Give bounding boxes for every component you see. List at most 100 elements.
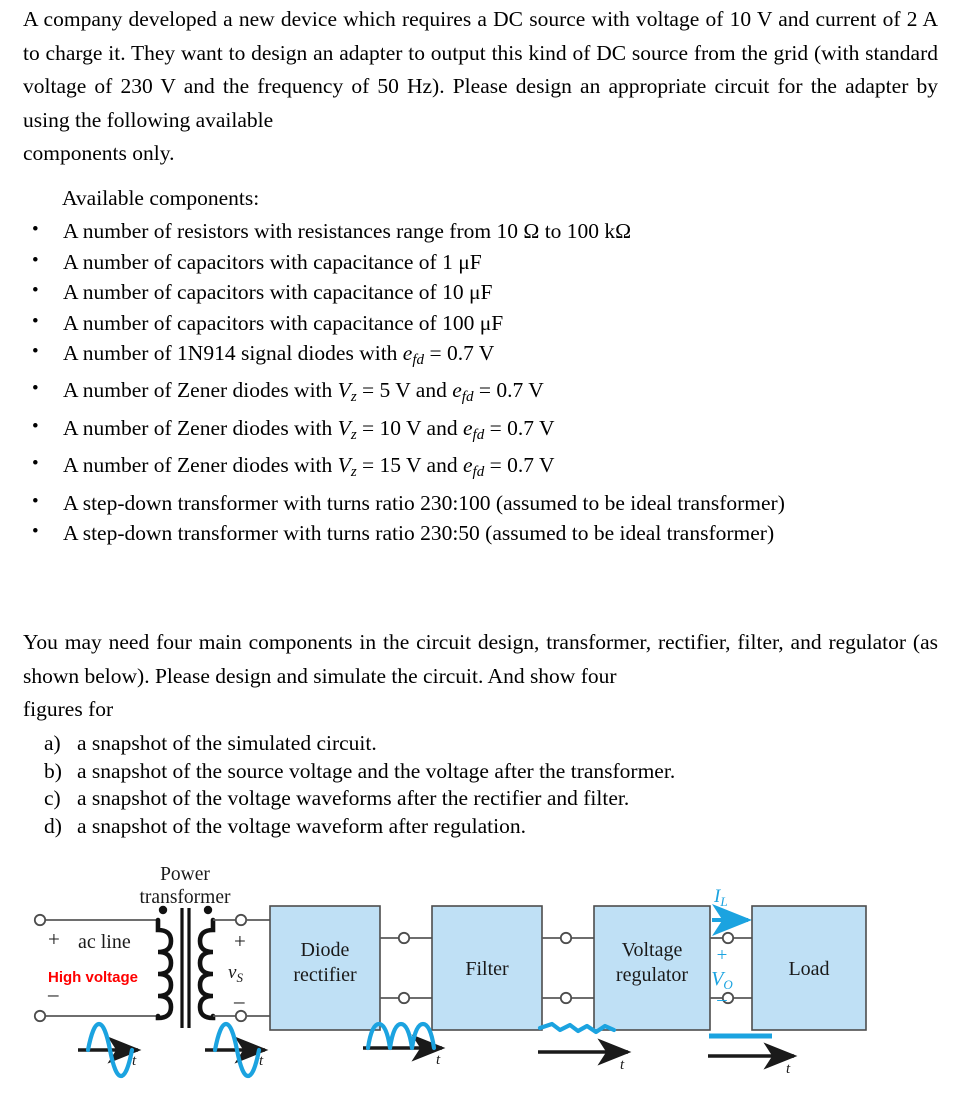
waveform-axis-label-1: t [132,1053,137,1069]
list-item: b) a snapshot of the source voltage and t… [44,758,904,786]
second-paragraph-last-line: figures for [23,697,114,721]
secondary-minus-sign: – [233,989,245,1013]
secondary-plus-sign: + [234,929,246,953]
list-item: A step-down transformer with turns ratio… [27,517,942,549]
waveform-axis-label-4: t [620,1057,625,1073]
component-text-mid: = 5 V and [356,378,453,403]
sub-question-marker: b) [44,758,62,783]
secondary-polarity-dot [203,905,213,915]
transformer-title-line2: transformer [140,887,231,908]
waveform-regulated-dc: t [708,1033,798,1077]
sub-question-marker: c) [44,786,61,810]
block-voltage-regulator-label-line2: regulator [616,964,689,986]
il-symbol: IL [713,886,728,909]
component-text: A step-down transformer with turns ratio… [63,521,775,546]
list-item: c) a snapshot of the voltage waveforms af… [44,785,904,813]
symbol-efd: e [462,415,473,440]
high-voltage-label: High voltage [48,969,138,986]
waveform-ac-line-sine: t [78,1021,142,1079]
sub-question-text: a snapshot of the source voltage and the… [77,758,676,783]
transformer-primary-coil [155,917,174,1021]
component-text: A number of capacitors with capacitance … [63,310,504,335]
filter-reg-bottom-terminal [559,991,573,1005]
list-item: a) a snapshot of the simulated circuit. [44,730,904,758]
subscript-fd: fd [412,351,425,368]
component-text: A number of Zener diodes with [63,453,338,478]
list-item: A step-down transformer with turns ratio… [27,487,942,519]
primary-plus-sign: + [48,927,60,951]
vo-minus-sign: – [716,989,727,1010]
list-item: A number of 1N914 signal diodes with efd… [27,337,942,375]
rect-filter-bottom-terminal [397,991,411,1005]
component-text-mid: = 15 V and [356,453,463,478]
list-item: A number of Zener diodes with Vz = 15 V … [27,449,942,487]
subscript-fd: fd [461,389,474,406]
primary-top-terminal [33,913,47,927]
sub-question-text: a snapshot of the voltage waveform after… [77,813,526,838]
component-text: A number of capacitors with capacitance … [63,280,493,304]
component-text: A number of resistors with resistances r… [63,219,632,243]
second-paragraph: You may need four main components in the… [23,626,938,727]
filter-reg-top-terminal [559,931,573,945]
block-load-label-line1: Load [788,958,829,980]
symbol-vz: V [337,378,351,403]
rect-filter-top-terminal [397,931,411,945]
component-text: A number of Zener diodes with [63,415,338,440]
reg-load-top-terminal [721,931,735,945]
component-text-post: = 0.7 V [473,378,544,403]
second-paragraph-text: You may need four main components in the… [23,630,938,688]
sub-question-text: a snapshot of the simulated circuit. [77,731,377,755]
power-supply-block-diagram: Power transformer + – ac line High volta… [0,858,964,1108]
waveform-axis-label-3: t [436,1052,441,1068]
block-voltage-regulator-label-line1: Voltage [622,939,683,961]
vs-symbol: vS [228,962,243,985]
transformer-title-line1: Power [160,864,210,885]
component-text-post: = 0.7 V [484,415,555,440]
symbol-vz: V [337,415,351,440]
intro-paragraph-last-line: components only. [23,141,175,165]
component-text: A number of 1N914 signal diodes with [63,341,403,365]
list-item: A number of capacitors with capacitance … [27,307,942,339]
block-filter-label-line1: Filter [465,958,509,980]
symbol-efd: e [402,341,413,365]
symbol-efd: e [452,378,462,403]
list-item: A number of Zener diodes with Vz = 5 V a… [27,374,942,412]
primary-polarity-dot [158,905,168,915]
sub-question-marker: d) [44,813,62,838]
subscript-fd: fd [472,426,485,443]
list-item: A number of resistors with resistances r… [27,215,942,247]
secondary-top-terminal [234,913,248,927]
subscript-fd: fd [472,464,485,481]
waveform-axis-label-5: t [786,1061,791,1077]
list-item: A number of capacitors with capacitance … [27,246,942,278]
ac-line-label: ac line [78,931,131,953]
document-page: A company developed a new device which r… [0,0,964,1108]
list-item: A number of capacitors with capacitance … [27,276,942,308]
available-components-list: A number of resistors with resistances r… [27,215,942,549]
intro-paragraph-text: A company developed a new device which r… [23,7,938,132]
sub-question-marker: a) [44,731,61,755]
transformer-secondary-coil [197,917,216,1021]
sub-question-text: a snapshot of the voltage waveforms afte… [77,786,630,810]
component-text: A number of Zener diodes with [63,378,338,403]
available-components-heading: Available components: [62,186,260,210]
symbol-vz: V [337,453,351,478]
waveform-transformer-sine: t [205,1021,269,1079]
component-text-mid: = 0.7 V [424,341,495,365]
intro-paragraph: A company developed a new device which r… [23,3,938,171]
symbol-efd: e [462,453,473,478]
waveform-curve-4 [537,1021,617,1035]
component-text: A number of capacitors with capacitance … [63,249,482,274]
vo-plus-sign: + [717,945,728,966]
waveform-axis-label-2: t [259,1053,264,1069]
component-text-mid: = 10 V and [356,415,463,440]
block-diode-rectifier-label-line1: Diode [301,939,350,961]
list-item: A number of Zener diodes with Vz = 10 V … [27,412,942,450]
block-diode-rectifier-label-line2: rectifier [293,964,357,986]
sub-questions-list: a) a snapshot of the simulated circuit. b… [44,730,904,840]
component-text: A step-down transformer with turns ratio… [63,490,785,515]
waveform-filtered-ripple: t [537,1021,632,1073]
primary-bottom-terminal [33,1009,47,1023]
component-text-post: = 0.7 V [484,453,555,478]
list-item: d) a snapshot of the voltage waveform aft… [44,813,904,841]
